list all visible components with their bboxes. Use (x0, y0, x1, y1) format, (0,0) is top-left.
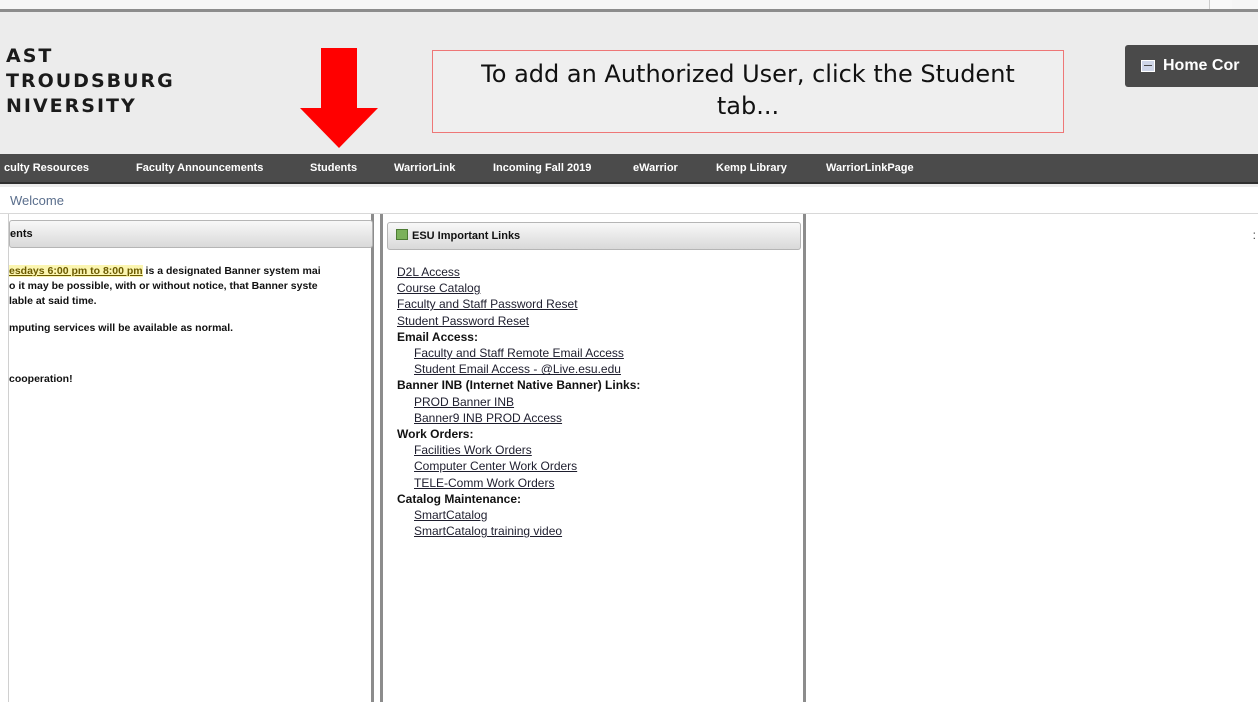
announcements-title: ents (10, 228, 33, 240)
tab-warriorlink[interactable]: WarriorLink (394, 154, 455, 182)
link-student-email-access[interactable]: Student Email Access - @Live.esu.edu (397, 361, 797, 377)
announcements-body: esdays 6:00 pm to 8:00 pm is a designate… (9, 264, 369, 387)
home-button-label: Home Cor (1163, 57, 1240, 74)
important-links-header: ESU Important Links (387, 222, 801, 250)
callout-line-1: To add an Authorized User, click the Stu… (481, 60, 1015, 88)
link-smartcatalog-training-video[interactable]: SmartCatalog training video (397, 523, 797, 539)
home-icon (1141, 60, 1155, 72)
announcement-text: is a designated Banner system mai (142, 265, 321, 277)
tab-warriorlinkpage[interactable]: WarriorLinkPage (826, 154, 914, 182)
breadcrumb-welcome[interactable]: Welcome (10, 193, 64, 208)
tab-faculty-resources[interactable]: culty Resources (4, 154, 89, 182)
breadcrumb: Welcome (0, 187, 1258, 214)
logo-line-3: NIVERSITY (6, 95, 137, 117)
right-column-edge-marker: : (1252, 228, 1256, 242)
tab-ewarrior[interactable]: eWarrior (633, 154, 678, 182)
catalog-maintenance-heading: Catalog Maintenance: (397, 491, 522, 506)
tab-faculty-announcements[interactable]: Faculty Announcements (136, 154, 263, 182)
link-course-catalog[interactable]: Course Catalog (397, 280, 797, 296)
important-links-list: D2L Access Course Catalog Faculty and St… (397, 264, 797, 539)
callout-line-2: tab... (716, 92, 780, 120)
link-d2l-access[interactable]: D2L Access (397, 264, 797, 280)
email-access-heading: Email Access: (397, 329, 478, 344)
home-button[interactable]: Home Cor (1125, 45, 1258, 87)
announcement-line: lable at said time. (9, 295, 97, 307)
link-smartcatalog[interactable]: SmartCatalog (397, 507, 797, 523)
link-faculty-staff-remote-email[interactable]: Faculty and Staff Remote Email Access (397, 345, 797, 361)
red-down-arrow-icon (300, 48, 378, 148)
important-links-column: ESU Important Links D2L Access Course Ca… (380, 214, 806, 702)
tab-incoming-fall-2019[interactable]: Incoming Fall 2019 (493, 154, 591, 182)
link-computer-center-work-orders[interactable]: Computer Center Work Orders (397, 458, 797, 474)
banner-inb-heading: Banner INB (Internet Native Banner) Link… (397, 378, 641, 393)
maintenance-time-link[interactable]: esdays 6:00 pm to 8:00 pm (9, 265, 143, 277)
main-content: ents esdays 6:00 pm to 8:00 pm is a desi… (0, 214, 1258, 702)
announcement-line: esdays 6:00 pm to 8:00 pm is a designate… (9, 264, 369, 279)
link-banner9-inb-prod[interactable]: Banner9 INB PROD Access (397, 410, 797, 426)
important-links-title: ESU Important Links (412, 230, 521, 242)
main-nav-bar: culty Resources Faculty Announcements St… (0, 154, 1258, 184)
window-corner-control[interactable] (1209, 0, 1232, 9)
announcements-header: ents (9, 220, 373, 248)
portlet-image-icon (396, 229, 408, 240)
announcement-line: mputing services will be available as no… (9, 322, 234, 334)
university-logo[interactable]: AST TROUDSBURG NIVERSITY (6, 44, 175, 119)
tab-kemp-library[interactable]: Kemp Library (716, 154, 787, 182)
instruction-callout: To add an Authorized User, click the Stu… (432, 50, 1064, 133)
link-student-password-reset[interactable]: Student Password Reset (397, 313, 797, 329)
link-facilities-work-orders[interactable]: Facilities Work Orders (397, 442, 797, 458)
work-orders-heading: Work Orders: (397, 427, 474, 442)
link-faculty-staff-password-reset[interactable]: Faculty and Staff Password Reset (397, 296, 797, 312)
logo-line-1: AST (6, 45, 54, 67)
link-prod-banner-inb[interactable]: PROD Banner INB (397, 394, 797, 410)
tab-students[interactable]: Students (310, 154, 357, 182)
window-top-bar (0, 0, 1258, 12)
link-tele-comm-work-orders[interactable]: TELE-Comm Work Orders (397, 475, 797, 491)
announcement-line: cooperation! (9, 373, 73, 385)
logo-line-2: TROUDSBURG (6, 70, 175, 92)
announcement-line: o it may be possible, with or without no… (9, 280, 318, 292)
announcements-column: ents esdays 6:00 pm to 8:00 pm is a desi… (8, 214, 374, 702)
